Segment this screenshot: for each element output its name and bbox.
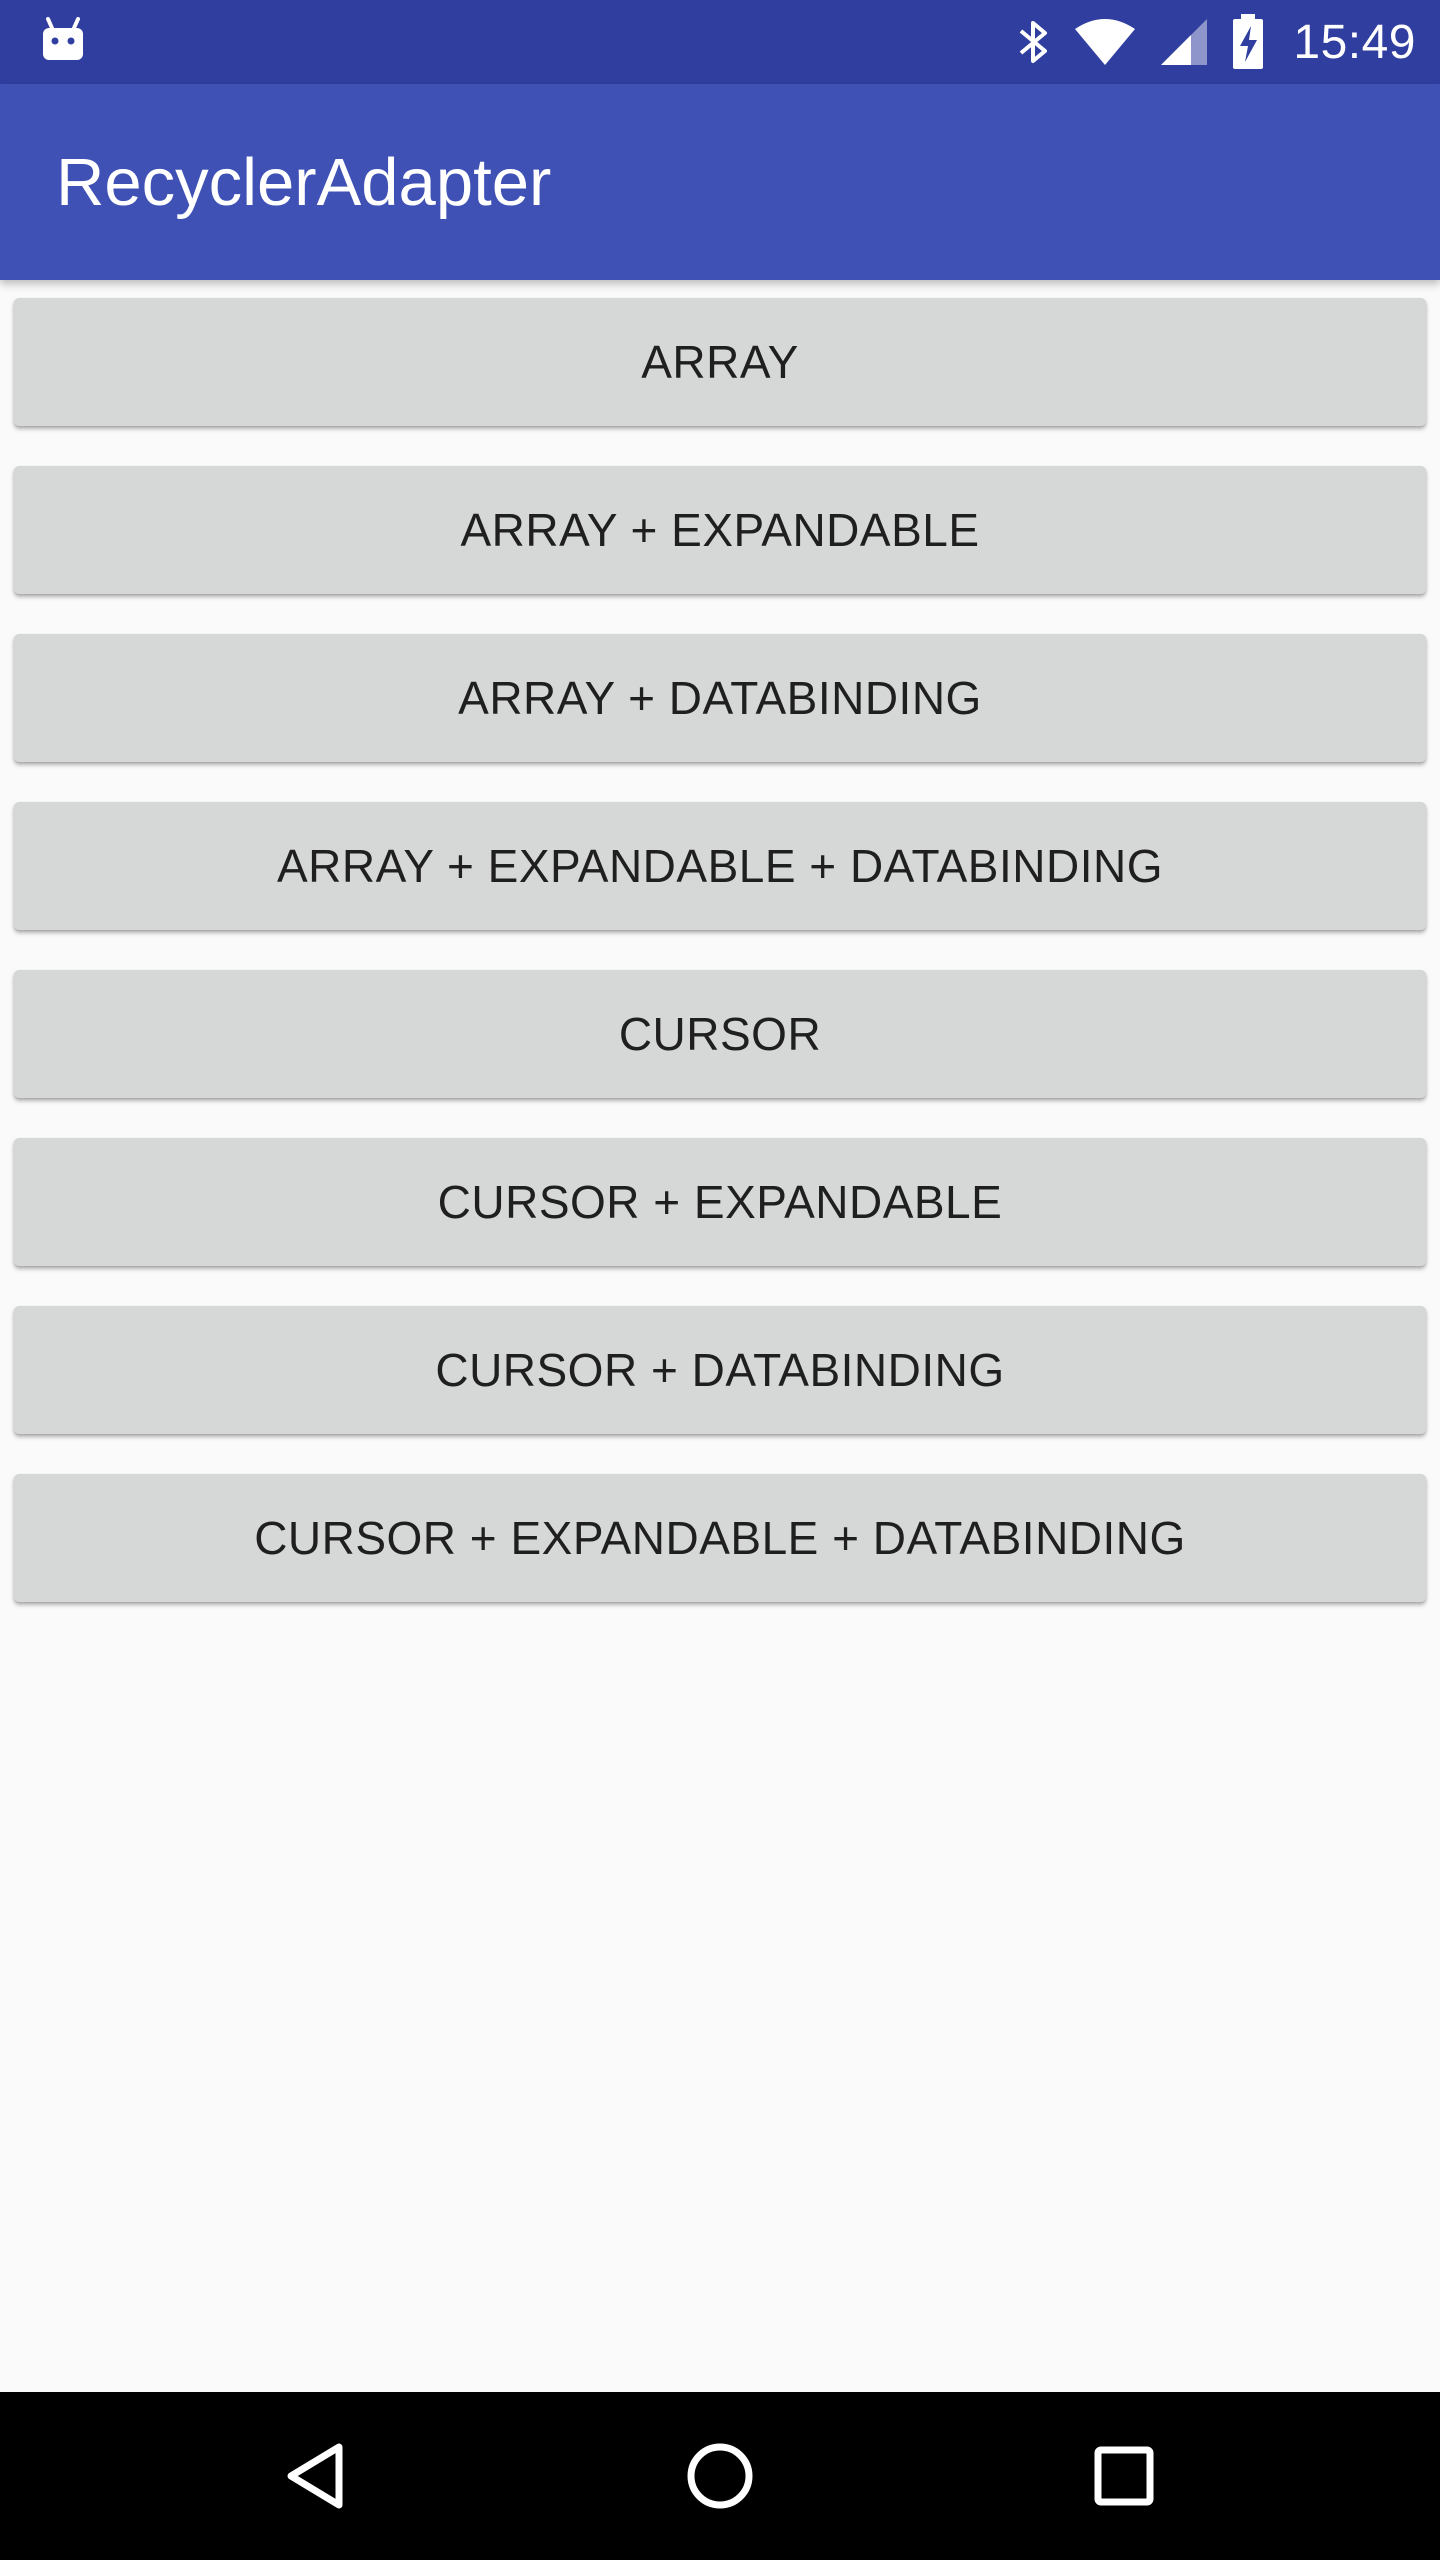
status-time: 15:49 <box>1293 15 1416 69</box>
array-databinding-button[interactable]: ARRAY + DATABINDING <box>14 634 1426 762</box>
cursor-databinding-button[interactable]: CURSOR + DATABINDING <box>14 1306 1426 1434</box>
back-button[interactable] <box>232 2392 400 2560</box>
recents-icon <box>1094 2446 1154 2506</box>
android-debug-icon <box>43 17 83 60</box>
app-bar: RecyclerAdapter <box>0 84 1440 280</box>
bluetooth-icon <box>1020 21 1048 63</box>
status-icons: 15:49 <box>1015 0 1416 84</box>
recents-button[interactable] <box>1040 2392 1208 2560</box>
status-bar: 15:49 <box>0 0 1440 84</box>
cursor-expandable-databinding-button[interactable]: CURSOR + EXPANDABLE + DATABINDING <box>14 1474 1426 1602</box>
cursor-expandable-button[interactable]: CURSOR + EXPANDABLE <box>14 1138 1426 1266</box>
wifi-icon <box>1075 19 1136 65</box>
array-expandable-button[interactable]: ARRAY + EXPANDABLE <box>14 466 1426 594</box>
navigation-bar <box>0 2392 1440 2560</box>
home-icon <box>687 2443 753 2509</box>
array-expandable-databinding-button[interactable]: ARRAY + EXPANDABLE + DATABINDING <box>14 802 1426 930</box>
cursor-button[interactable]: CURSOR <box>14 970 1426 1098</box>
cell-signal-icon <box>1161 19 1208 65</box>
home-button[interactable] <box>636 2392 804 2560</box>
app-title: RecyclerAdapter <box>56 144 552 220</box>
array-button[interactable]: ARRAY <box>14 298 1426 426</box>
battery-charging-icon <box>1233 14 1264 69</box>
screen: 15:49 RecyclerAdapter ARRAY ARRAY + EXPA… <box>0 0 1440 2560</box>
back-icon <box>287 2443 343 2509</box>
button-list: ARRAY ARRAY + EXPANDABLE ARRAY + DATABIN… <box>14 298 1426 1642</box>
